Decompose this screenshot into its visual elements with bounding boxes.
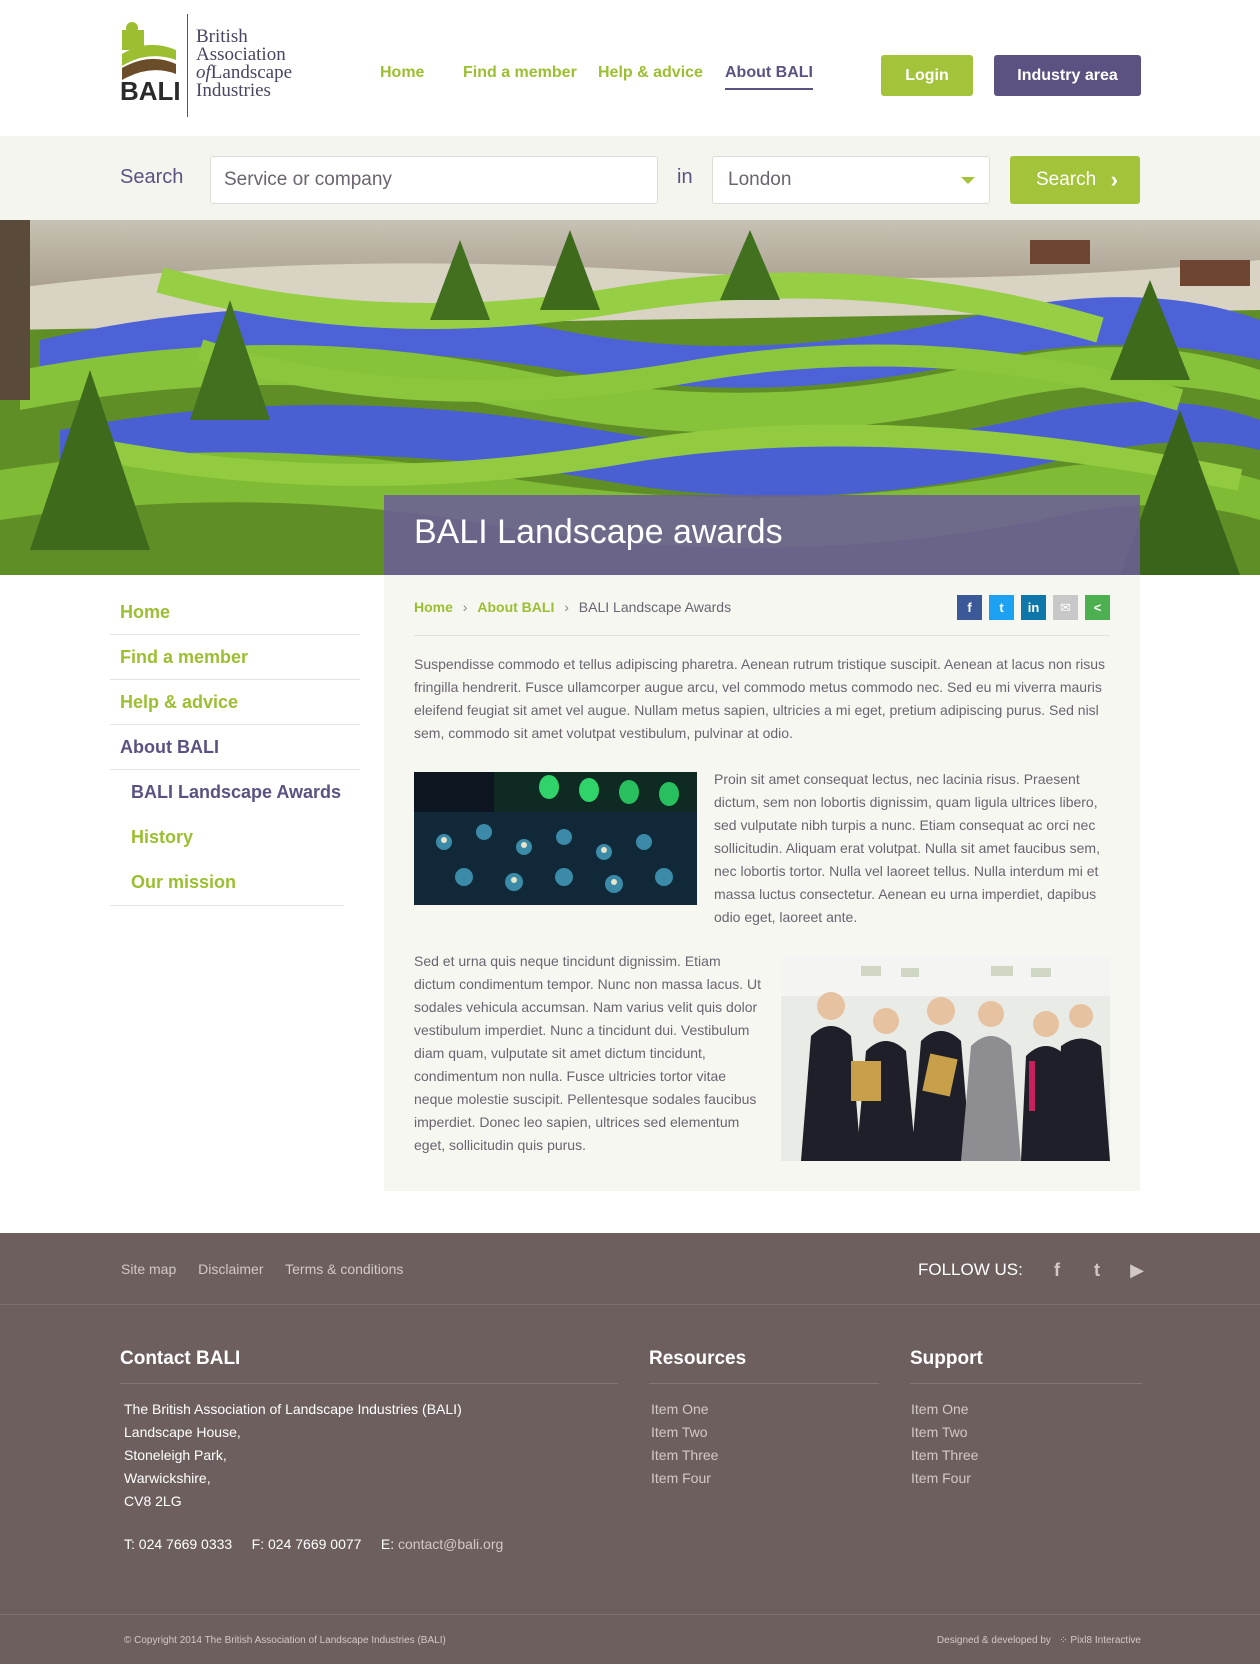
footer-bottom-divider bbox=[0, 1614, 1260, 1615]
sidebar-subitem-bali-landscape-awards[interactable]: BALI Landscape Awards bbox=[110, 770, 360, 815]
login-button[interactable]: Login bbox=[881, 55, 973, 96]
nav-find-a-member[interactable]: Find a member bbox=[463, 64, 577, 82]
nav-home[interactable]: Home bbox=[380, 64, 424, 82]
sidebar-item-help-advice[interactable]: Help & advice bbox=[110, 680, 360, 725]
logo-divider bbox=[187, 14, 188, 117]
share-buttons: f t in ✉ < bbox=[957, 595, 1110, 620]
twitter-icon[interactable]: t bbox=[1084, 1258, 1110, 1282]
support-divider bbox=[910, 1383, 1142, 1384]
sidebar-subitem-history[interactable]: History bbox=[110, 815, 360, 860]
search-bar: Search Service or company in London Sear… bbox=[0, 136, 1260, 220]
contact-divider bbox=[120, 1383, 618, 1384]
support-item[interactable]: Item Two bbox=[911, 1421, 978, 1444]
award-winners-image bbox=[781, 956, 1110, 1161]
support-title: Support bbox=[910, 1348, 983, 1369]
resources-list: Item One Item Two Item Three Item Four bbox=[651, 1398, 718, 1490]
share-icon[interactable]: < bbox=[1085, 595, 1110, 620]
support-item[interactable]: Item Four bbox=[911, 1467, 978, 1490]
breadcrumb-current: BALI Landscape Awards bbox=[578, 599, 732, 615]
footer-link-site-map[interactable]: Site map bbox=[121, 1261, 176, 1277]
fax-number: F: 024 7669 0077 bbox=[251, 1536, 362, 1552]
search-label: Search bbox=[120, 166, 184, 188]
logo-line-4: Industries bbox=[196, 80, 271, 101]
location-value: London bbox=[728, 169, 792, 190]
logo-name: British Association ofLandscape Industri… bbox=[196, 27, 292, 101]
main-content: Home › About BALI › BALI Landscape Award… bbox=[384, 575, 1140, 1191]
resources-title: Resources bbox=[649, 1348, 747, 1369]
address-line: Stoneleigh Park, bbox=[124, 1447, 227, 1463]
resources-item[interactable]: Item One bbox=[651, 1398, 718, 1421]
email-icon[interactable]: ✉ bbox=[1053, 595, 1078, 620]
location-select[interactable]: London bbox=[712, 156, 990, 204]
footer-link-disclaimer[interactable]: Disclaimer bbox=[198, 1261, 263, 1277]
search-in-label: in bbox=[677, 166, 693, 188]
site-footer: Site map Disclaimer Terms & conditions F… bbox=[0, 1233, 1260, 1664]
address-line: Landscape House, bbox=[124, 1424, 241, 1440]
address-line: The British Association of Landscape Ind… bbox=[124, 1401, 462, 1417]
support-item[interactable]: Item Three bbox=[911, 1444, 978, 1467]
sidebar-item-home[interactable]: Home bbox=[110, 590, 360, 635]
search-button-label: Search bbox=[1036, 169, 1097, 190]
second-paragraph: Proin sit amet consequat lectus, nec lac… bbox=[714, 771, 1100, 925]
site-header: BALI British Association ofLandscape Ind… bbox=[0, 0, 1260, 136]
sidebar-subitem-our-mission[interactable]: Our mission bbox=[110, 860, 360, 905]
footer-divider bbox=[0, 1304, 1260, 1305]
pixl8-icon: ⁘ bbox=[1059, 1635, 1068, 1646]
sidebar-item-about-bali[interactable]: About BALI bbox=[110, 725, 360, 770]
address-line: Warwickshire, bbox=[124, 1470, 211, 1486]
hero-title-box: BALI Landscape awards bbox=[384, 495, 1140, 575]
resources-divider bbox=[649, 1383, 879, 1384]
email-link[interactable]: contact@bali.org bbox=[398, 1536, 503, 1552]
footer-social-icons: f t ▶ bbox=[1044, 1258, 1150, 1282]
contact-numbers: T: 024 7669 0333 F: 024 7669 0077 E: con… bbox=[124, 1536, 503, 1552]
industry-area-button[interactable]: Industry area bbox=[994, 55, 1141, 96]
page-title: BALI Landscape awards bbox=[414, 513, 783, 551]
intro-paragraph: Suspendisse commodo et tellus adipiscing… bbox=[414, 656, 1106, 741]
search-input[interactable]: Service or company bbox=[210, 156, 658, 204]
support-list: Item One Item Two Item Three Item Four bbox=[911, 1398, 978, 1490]
resources-item[interactable]: Item Three bbox=[651, 1444, 718, 1467]
breadcrumb-separator: › bbox=[564, 599, 569, 615]
third-paragraph: Sed et urna quis neque tincidunt digniss… bbox=[414, 953, 762, 1153]
resources-item[interactable]: Item Four bbox=[651, 1467, 718, 1490]
nav-about-bali[interactable]: About BALI bbox=[725, 64, 813, 90]
content-divider bbox=[414, 635, 1110, 636]
contact-title: Contact BALI bbox=[120, 1348, 241, 1369]
breadcrumb-about-bali[interactable]: About BALI bbox=[477, 599, 554, 615]
sidebar-nav: Home Find a member Help & advice About B… bbox=[110, 590, 360, 906]
chevron-right-icon: › bbox=[1110, 167, 1118, 192]
linkedin-icon[interactable]: in bbox=[1021, 595, 1046, 620]
phone-number: T: 024 7669 0333 bbox=[124, 1536, 233, 1552]
twitter-icon[interactable]: t bbox=[989, 595, 1014, 620]
credit-name: Pixl8 Interactive bbox=[1070, 1635, 1141, 1646]
search-button[interactable]: Search › bbox=[1010, 156, 1140, 204]
facebook-icon[interactable]: f bbox=[957, 595, 982, 620]
breadcrumb: Home › About BALI › BALI Landscape Award… bbox=[414, 599, 731, 615]
developer-credit[interactable]: Designed & developed by ⁘ Pixl8 Interact… bbox=[937, 1635, 1141, 1646]
youtube-icon[interactable]: ▶ bbox=[1124, 1258, 1150, 1282]
footer-link-terms[interactable]: Terms & conditions bbox=[285, 1261, 403, 1277]
address-line: CV8 2LG bbox=[124, 1493, 182, 1509]
award-winners-photo bbox=[781, 956, 1110, 1161]
support-item[interactable]: Item One bbox=[911, 1398, 978, 1421]
logo-bali-text: BALI bbox=[120, 76, 181, 106]
credit-prefix: Designed & developed by bbox=[936, 1635, 1051, 1646]
caret-down-icon bbox=[961, 177, 975, 184]
awards-hall-photo bbox=[414, 772, 697, 905]
footer-links: Site map Disclaimer Terms & conditions bbox=[121, 1261, 421, 1277]
contact-address: The British Association of Landscape Ind… bbox=[124, 1398, 462, 1513]
bali-logo[interactable]: BALI British Association ofLandscape Ind… bbox=[120, 14, 310, 118]
sidebar-item-find-a-member[interactable]: Find a member bbox=[110, 635, 360, 680]
sidebar-divider bbox=[110, 905, 344, 906]
breadcrumb-home[interactable]: Home bbox=[414, 599, 453, 615]
copyright: © Copyright 2014 The British Association… bbox=[124, 1635, 446, 1646]
nav-help-advice[interactable]: Help & advice bbox=[598, 64, 703, 82]
email-label: E: bbox=[380, 1536, 395, 1552]
facebook-icon[interactable]: f bbox=[1044, 1258, 1070, 1282]
resources-item[interactable]: Item Two bbox=[651, 1421, 718, 1444]
breadcrumb-separator: › bbox=[462, 599, 468, 615]
follow-us-label: FOLLOW US: bbox=[918, 1260, 1023, 1279]
awards-ceremony-image bbox=[414, 772, 697, 905]
